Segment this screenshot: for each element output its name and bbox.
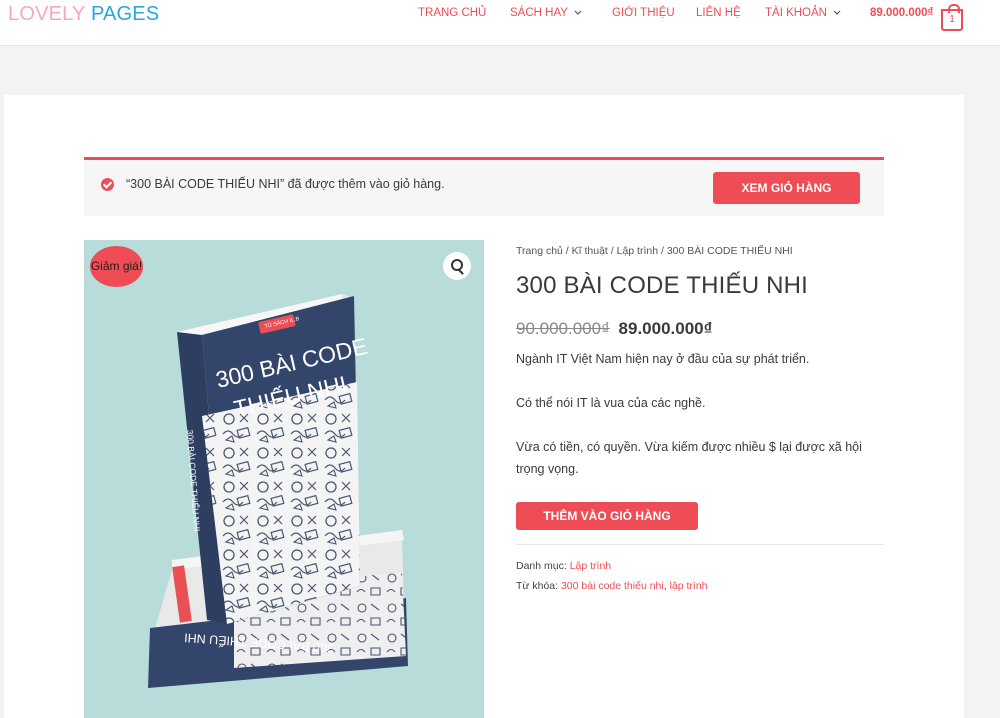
product-tags-meta: Từ khóa: 300 bài code thiếu nhi, lập trì… bbox=[516, 580, 708, 592]
tag-link[interactable]: lập trình bbox=[670, 580, 708, 592]
breadcrumb-separator: / bbox=[658, 245, 667, 257]
standing-book: 300 BÀI CODE THIẾU NHI TỦ SÁCH IL.B 300 … bbox=[177, 294, 370, 624]
product-price: 90.000.000₫ 89.000.000₫ bbox=[516, 319, 712, 339]
breadcrumb-separator: / bbox=[607, 245, 617, 257]
zoom-magnifier-icon[interactable] bbox=[443, 252, 471, 280]
added-to-cart-notice: “300 BÀI CODE THIẾU NHI” đã được thêm và… bbox=[84, 157, 884, 216]
sale-badge: Giảm giá! bbox=[90, 246, 143, 287]
site-header: LOVELY PAGES TRANG CHỦ SÁCH HAY GIỚI THI… bbox=[0, 0, 1000, 46]
tag-link[interactable]: 300 bài code thiếu nhi bbox=[561, 580, 664, 592]
description-paragraph: Có thể nói IT là vua của các nghề. bbox=[516, 396, 706, 410]
nav-item-contact[interactable]: LIÊN HỆ bbox=[696, 7, 741, 19]
product-category-meta: Danh mục: Lập trình bbox=[516, 560, 611, 572]
notice-message: “300 BÀI CODE THIẾU NHI” đã được thêm và… bbox=[126, 177, 445, 191]
breadcrumb-category-tech[interactable]: Kĩ thuật bbox=[572, 245, 608, 257]
nav-item-home[interactable]: TRANG CHỦ bbox=[418, 7, 486, 19]
book-illustration: 300 BÀI CODE THIẾU NHI 300 BÀI CODE THIẾ… bbox=[148, 294, 408, 688]
tags-label: Từ khóa: bbox=[516, 580, 559, 592]
view-cart-button[interactable]: XEM GIỎ HÀNG bbox=[713, 172, 860, 204]
price-sale: 89.000.000₫ bbox=[618, 319, 713, 338]
main-nav: TRANG CHỦ SÁCH HAY GIỚI THIỆU LIÊN HỆ TÀ… bbox=[0, 4, 1000, 31]
product-image[interactable]: Giảm giá! 300 BÀI CODE THIẾU NHI 300 BÀI… bbox=[84, 240, 484, 718]
chevron-down-icon bbox=[574, 10, 582, 15]
description-paragraph: Vừa có tiền, có quyền. Vừa kiếm được nhi… bbox=[516, 440, 862, 476]
add-to-cart-button[interactable]: THÊM VÀO GIỎ HÀNG bbox=[516, 502, 698, 530]
nav-item-about[interactable]: GIỚI THIỆU bbox=[612, 7, 675, 19]
nav-item-account-label: TÀI KHOẢN bbox=[765, 7, 827, 19]
cart-bag-icon[interactable]: 1 bbox=[941, 4, 963, 31]
check-circle-icon bbox=[101, 178, 114, 191]
breadcrumb: Trang chủ / Kĩ thuật / Lập trình / 300 B… bbox=[516, 245, 793, 257]
nav-item-books-label: SÁCH HAY bbox=[510, 7, 568, 19]
divider bbox=[516, 544, 884, 545]
category-label: Danh mục: bbox=[516, 560, 567, 572]
breadcrumb-separator: / bbox=[562, 245, 572, 257]
category-link[interactable]: Lập trình bbox=[570, 560, 611, 572]
breadcrumb-category-programming[interactable]: Lập trình bbox=[617, 245, 658, 257]
nav-item-account[interactable]: TÀI KHOẢN bbox=[765, 7, 841, 19]
product-title: 300 BÀI CODE THIẾU NHI bbox=[516, 272, 809, 299]
description-paragraph: Ngành IT Việt Nam hiện nay ở đầu của sự … bbox=[516, 352, 810, 366]
cart-count: 1 bbox=[949, 14, 955, 25]
chevron-down-icon bbox=[833, 10, 841, 15]
nav-item-books[interactable]: SÁCH HAY bbox=[510, 7, 582, 19]
price-original: 90.000.000₫ bbox=[516, 319, 610, 338]
breadcrumb-current: 300 BÀI CODE THIẾU NHI bbox=[666, 245, 793, 257]
cart-total[interactable]: 89.000.000₫ bbox=[870, 7, 933, 19]
breadcrumb-home[interactable]: Trang chủ bbox=[516, 245, 563, 257]
